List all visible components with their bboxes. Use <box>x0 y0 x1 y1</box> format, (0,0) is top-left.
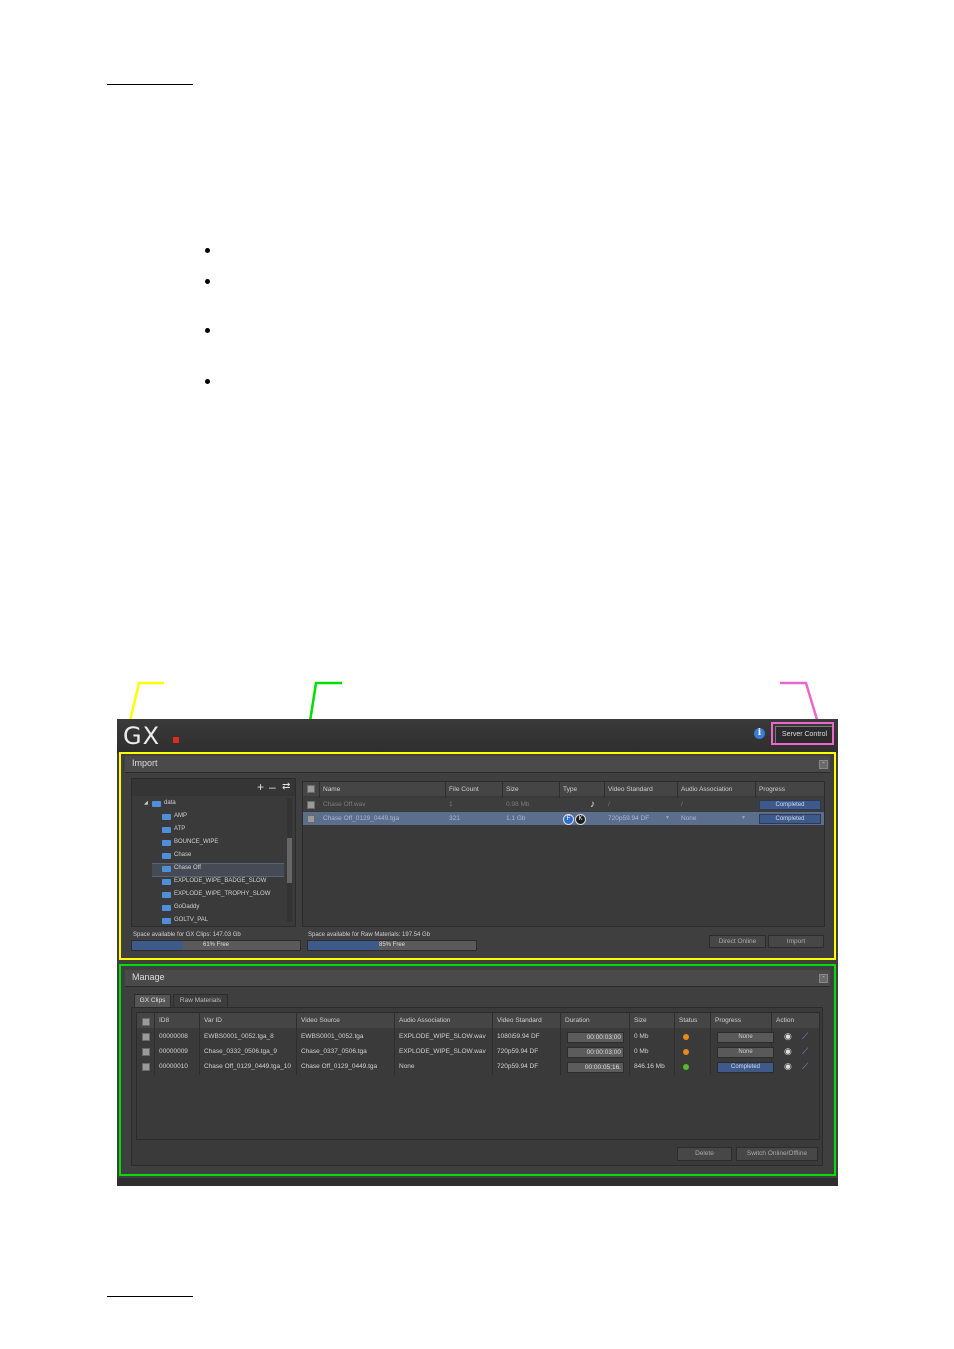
window-bottom-strip <box>117 1178 838 1186</box>
footer-rule <box>107 1296 193 1297</box>
import-callout-box <box>119 752 836 960</box>
server-control-callout-box <box>771 722 834 745</box>
logo-red-dot <box>173 737 179 743</box>
server-callout-line <box>780 681 820 724</box>
bullet-2 <box>205 279 210 284</box>
manage-callout-box <box>119 964 836 1176</box>
bullet-3 <box>205 328 210 333</box>
header-rule <box>107 84 193 85</box>
bullet-4 <box>205 379 210 384</box>
bullet-1 <box>205 248 210 253</box>
info-icon[interactable]: i <box>754 728 765 739</box>
gx-logo: GX <box>123 722 161 750</box>
top-bar: GX i Server Control <box>117 719 838 753</box>
